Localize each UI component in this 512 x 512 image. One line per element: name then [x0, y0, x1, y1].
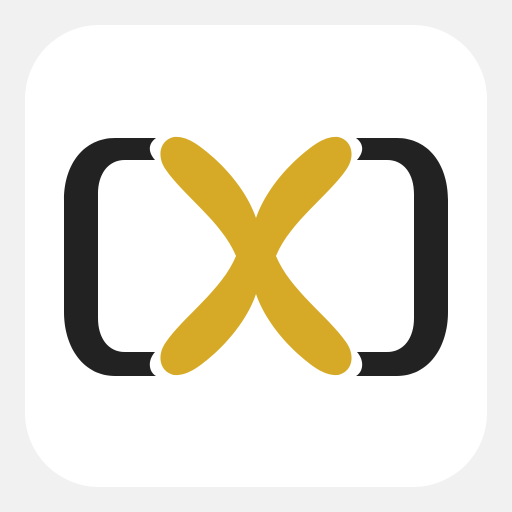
icon-canvas: [0, 0, 512, 512]
x-mark-stroke-a: [160, 136, 352, 376]
bracket-x-logo-icon: [64, 136, 448, 376]
left-bracket-shape: [64, 138, 156, 376]
right-bracket-shape: [356, 138, 448, 376]
